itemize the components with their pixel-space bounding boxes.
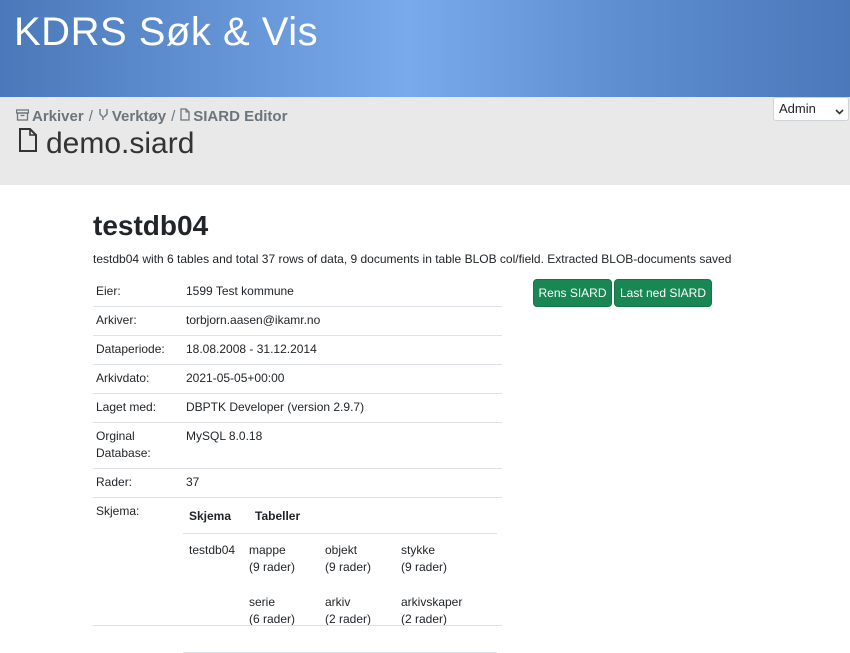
user-menu-selected: Admin xyxy=(779,101,816,116)
table-entry-stykke: stykke (9 rader) xyxy=(401,542,477,576)
header-banner: KDRS Søk & Vis xyxy=(0,0,850,97)
breadcrumb-label: Arkiver xyxy=(32,108,84,125)
table-row-count: (9 rader) xyxy=(401,559,477,576)
file-icon xyxy=(18,127,38,161)
field-label-line: Database: xyxy=(96,445,180,462)
field-value: torbjorn.aasen@ikamr.no xyxy=(183,307,502,336)
page-title-text: demo.siard xyxy=(46,127,194,161)
table-row: Eier: 1599 Test kommune xyxy=(93,278,502,307)
breadcrumb-arkiver[interactable]: Arkiver xyxy=(16,108,84,125)
table-row: Arkiver: torbjorn.aasen@ikamr.no xyxy=(93,307,502,336)
table-row: Laget med: DBPTK Developer (version 2.9.… xyxy=(93,394,502,423)
schema-cell: Skjema Tabeller testdb04 mappe (9 rader)… xyxy=(183,498,502,653)
field-label: Rader: xyxy=(93,469,183,498)
user-menu-select[interactable]: Admin xyxy=(773,97,849,121)
breadcrumb-label: Verktøy xyxy=(112,108,166,125)
field-value: 37 xyxy=(183,469,502,498)
table-name: arkivskaper xyxy=(401,594,477,611)
database-description: testdb04 with 6 tables and total 37 rows… xyxy=(93,252,731,266)
schema-row: testdb04 mappe (9 rader) objekt (9 rader… xyxy=(183,534,497,653)
field-label: Orginal Database: xyxy=(93,423,183,469)
field-label-line: Orginal xyxy=(96,428,180,445)
archive-icon xyxy=(16,108,29,125)
table-row: Skjema: Skjema Tabeller testdb04 mappe (… xyxy=(93,498,502,653)
field-value: 1599 Test kommune xyxy=(183,278,502,307)
rens-siard-button[interactable]: Rens SIARD xyxy=(533,279,612,307)
table-name: serie xyxy=(249,594,325,611)
field-value: DBPTK Developer (version 2.9.7) xyxy=(183,394,502,423)
schema-column-header: Skjema xyxy=(183,498,249,534)
table-entry-arkiv: arkiv (2 rader) xyxy=(325,594,401,628)
metadata-table: Eier: 1599 Test kommune Arkiver: torbjor… xyxy=(93,278,502,653)
field-label: Skjema: xyxy=(93,498,183,653)
field-label: Eier: xyxy=(93,278,183,307)
field-label: Laget med: xyxy=(93,394,183,423)
table-row: Rader: 37 xyxy=(93,469,502,498)
chevron-down-icon xyxy=(835,104,844,119)
table-row: Dataperiode: 18.08.2008 - 31.12.2014 xyxy=(93,336,502,365)
breadcrumb: Arkiver / Verktøy / SIARD Editor xyxy=(16,108,287,125)
field-label: Arkiver: xyxy=(93,307,183,336)
table-name: arkiv xyxy=(325,594,401,611)
table-row: Orginal Database: MySQL 8.0.18 xyxy=(93,423,502,469)
field-label: Dataperiode: xyxy=(93,336,183,365)
download-siard-button[interactable]: Last ned SIARD xyxy=(614,279,712,307)
table-entry-serie: serie (6 rader) xyxy=(249,594,325,628)
table-entry-objekt: objekt (9 rader) xyxy=(325,542,401,576)
table-entry-arkivskaper: arkivskaper (2 rader) xyxy=(401,594,477,628)
table-name: mappe xyxy=(249,542,325,559)
tables-grid: mappe (9 rader) objekt (9 rader) stykke … xyxy=(249,534,497,652)
schema-name: testdb04 xyxy=(183,534,249,653)
breadcrumb-verktoy[interactable]: Verktøy xyxy=(98,108,166,125)
breadcrumb-separator: / xyxy=(171,108,175,125)
table-name: stykke xyxy=(401,542,477,559)
field-value: MySQL 8.0.18 xyxy=(183,423,502,469)
breadcrumb-label: SIARD Editor xyxy=(193,108,287,125)
database-title: testdb04 xyxy=(93,210,208,242)
breadcrumb-siard-editor[interactable]: SIARD Editor xyxy=(180,108,287,125)
field-value: 18.08.2008 - 31.12.2014 xyxy=(183,336,502,365)
tools-icon xyxy=(98,108,109,125)
file-icon xyxy=(180,108,190,125)
tables-column-header: Tabeller xyxy=(249,498,497,534)
field-value: 2021-05-05+00:00 xyxy=(183,365,502,394)
table-bottom-divider xyxy=(93,625,502,626)
table-entry-mappe: mappe (9 rader) xyxy=(249,542,325,576)
app-title: KDRS Søk & Vis xyxy=(14,10,318,55)
breadcrumb-separator: / xyxy=(89,108,93,125)
table-row-count: (9 rader) xyxy=(249,559,325,576)
table-row: Arkivdato: 2021-05-05+00:00 xyxy=(93,365,502,394)
schema-header-row: Skjema Tabeller xyxy=(183,498,497,534)
table-name: objekt xyxy=(325,542,401,559)
page-title: demo.siard xyxy=(18,127,194,161)
schema-table: Skjema Tabeller testdb04 mappe (9 rader)… xyxy=(183,498,497,653)
table-row-count: (9 rader) xyxy=(325,559,401,576)
tables-cell: mappe (9 rader) objekt (9 rader) stykke … xyxy=(249,534,497,653)
field-label: Arkivdato: xyxy=(93,365,183,394)
